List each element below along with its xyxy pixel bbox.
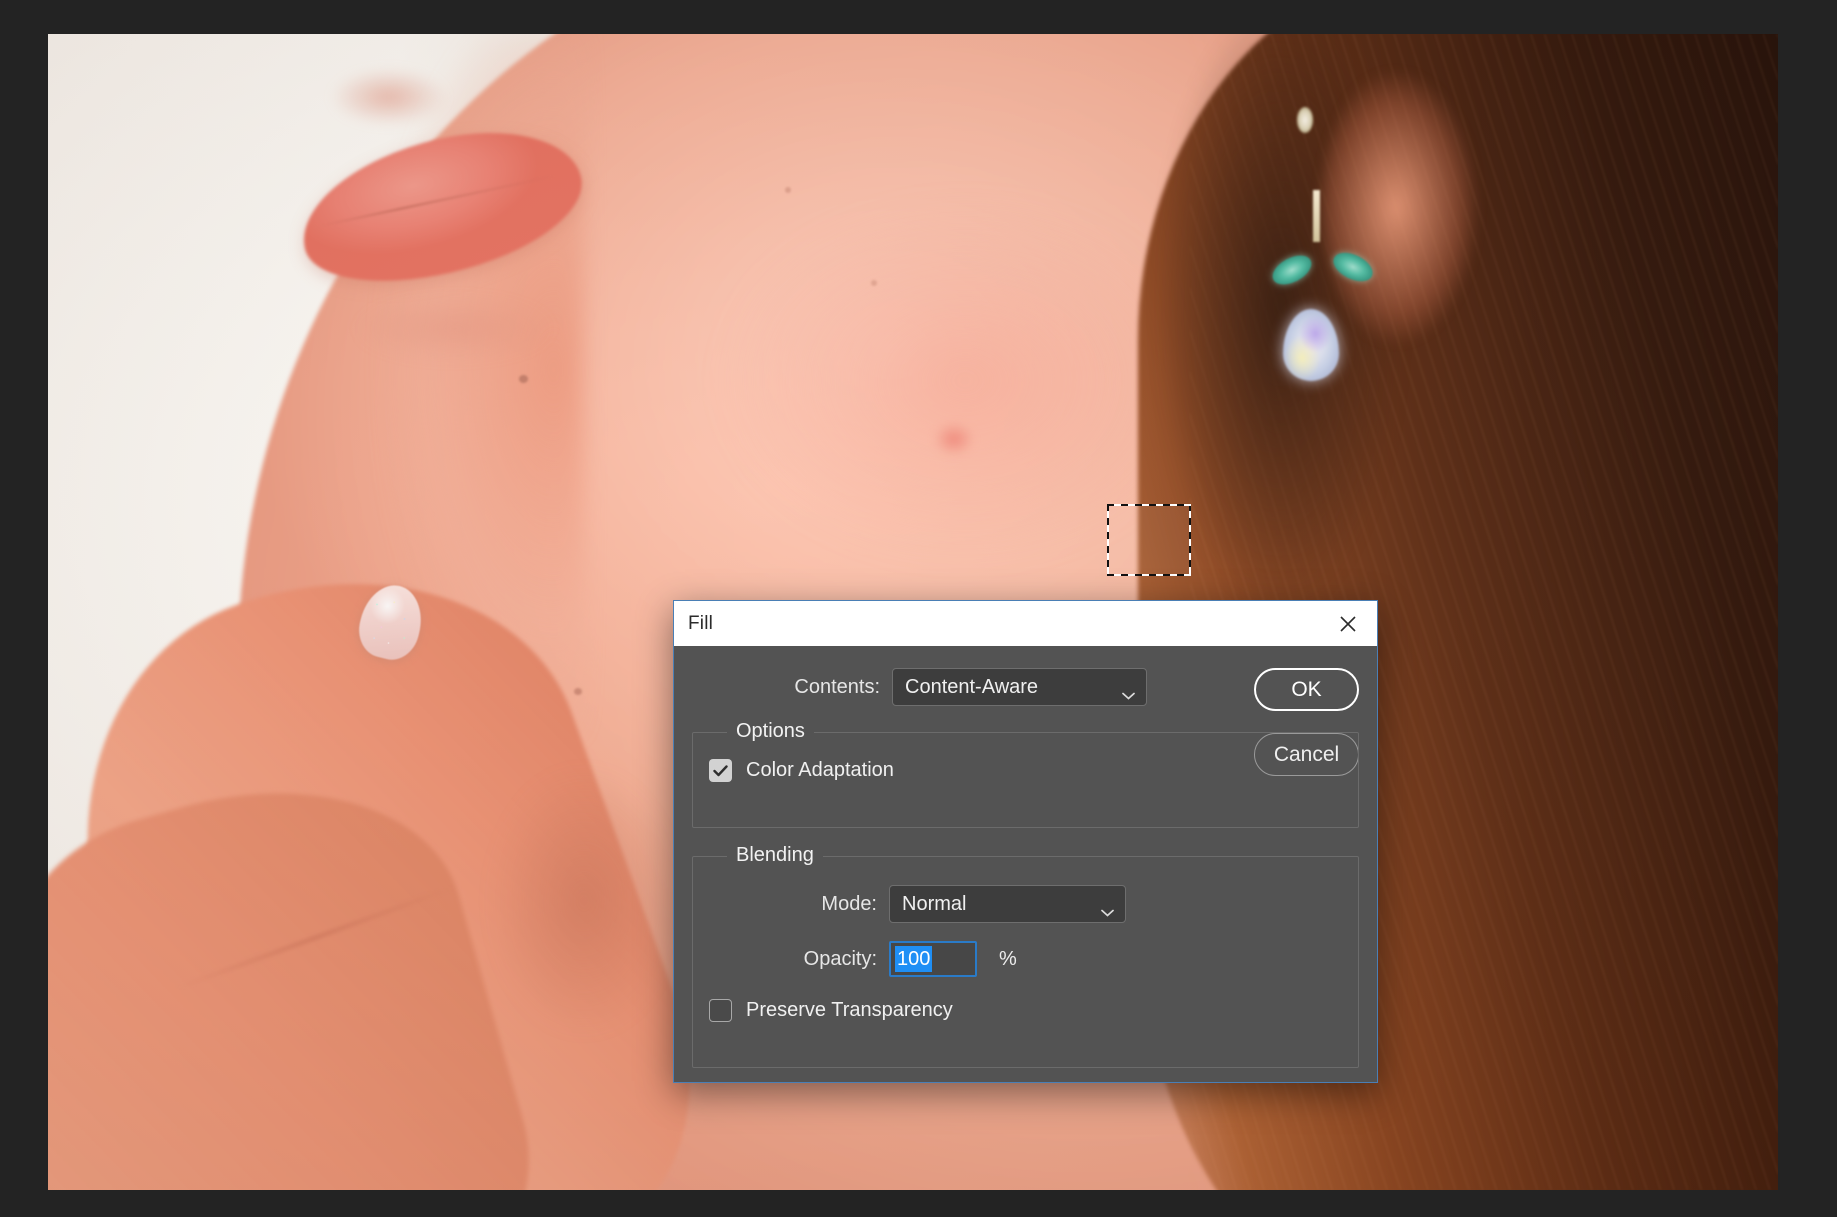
dialog-body: Contents: Content-Aware OK Cancel Option… [674, 646, 1377, 1082]
blending-legend: Blending [727, 844, 823, 867]
chevron-down-icon [1101, 900, 1114, 917]
dialog-title: Fill [688, 612, 714, 634]
skin-mole [518, 375, 528, 384]
app-root: Fill Contents: Content-Aware OK Cancel O… [0, 0, 1837, 1217]
mode-select-value: Normal [902, 892, 967, 915]
opacity-row: Opacity: 100 % [709, 941, 1342, 977]
color-adaptation-label: Color Adaptation [746, 759, 894, 781]
options-legend: Options [727, 720, 814, 743]
contents-select[interactable]: Content-Aware [892, 668, 1147, 706]
close-icon[interactable] [1331, 607, 1365, 641]
checkbox-unchecked-icon [709, 999, 732, 1022]
checkbox-checked-icon [709, 759, 732, 782]
skin-blemish [928, 417, 979, 460]
mode-label: Mode: [821, 892, 877, 915]
earring-stem [1312, 190, 1320, 243]
opacity-value: 100 [895, 946, 933, 972]
mode-row: Mode: Normal [709, 885, 1342, 923]
fill-dialog: Fill Contents: Content-Aware OK Cancel O… [673, 600, 1378, 1083]
ear [1319, 57, 1510, 358]
opacity-input[interactable]: 100 [889, 941, 977, 977]
options-group: Options Color Adaptation [692, 720, 1359, 828]
color-adaptation-checkbox[interactable]: Color Adaptation [709, 759, 1342, 782]
earring-post [1297, 106, 1314, 133]
opacity-label: Opacity: [803, 947, 877, 970]
ok-button[interactable]: OK [1254, 668, 1359, 711]
preserve-transparency-label: Preserve Transparency [746, 999, 953, 1021]
chin-shadow [324, 288, 585, 370]
marching-ants-border [1107, 504, 1191, 576]
nostril-shadow [310, 59, 467, 135]
preserve-transparency-checkbox[interactable]: Preserve Transparency [709, 999, 1342, 1022]
chevron-down-icon [1122, 683, 1135, 700]
selection-marquee[interactable] [1107, 504, 1191, 576]
dialog-titlebar[interactable]: Fill [674, 601, 1377, 646]
skin-mole [784, 186, 791, 193]
blending-group: Blending Mode: Normal Opacity: 100 % Pre… [692, 844, 1359, 1068]
contents-label: Contents: [794, 675, 880, 698]
opacity-unit: % [999, 947, 1017, 970]
knuckle-shadow [463, 727, 706, 1075]
contents-select-value: Content-Aware [905, 675, 1039, 698]
mode-select[interactable]: Normal [889, 885, 1126, 923]
